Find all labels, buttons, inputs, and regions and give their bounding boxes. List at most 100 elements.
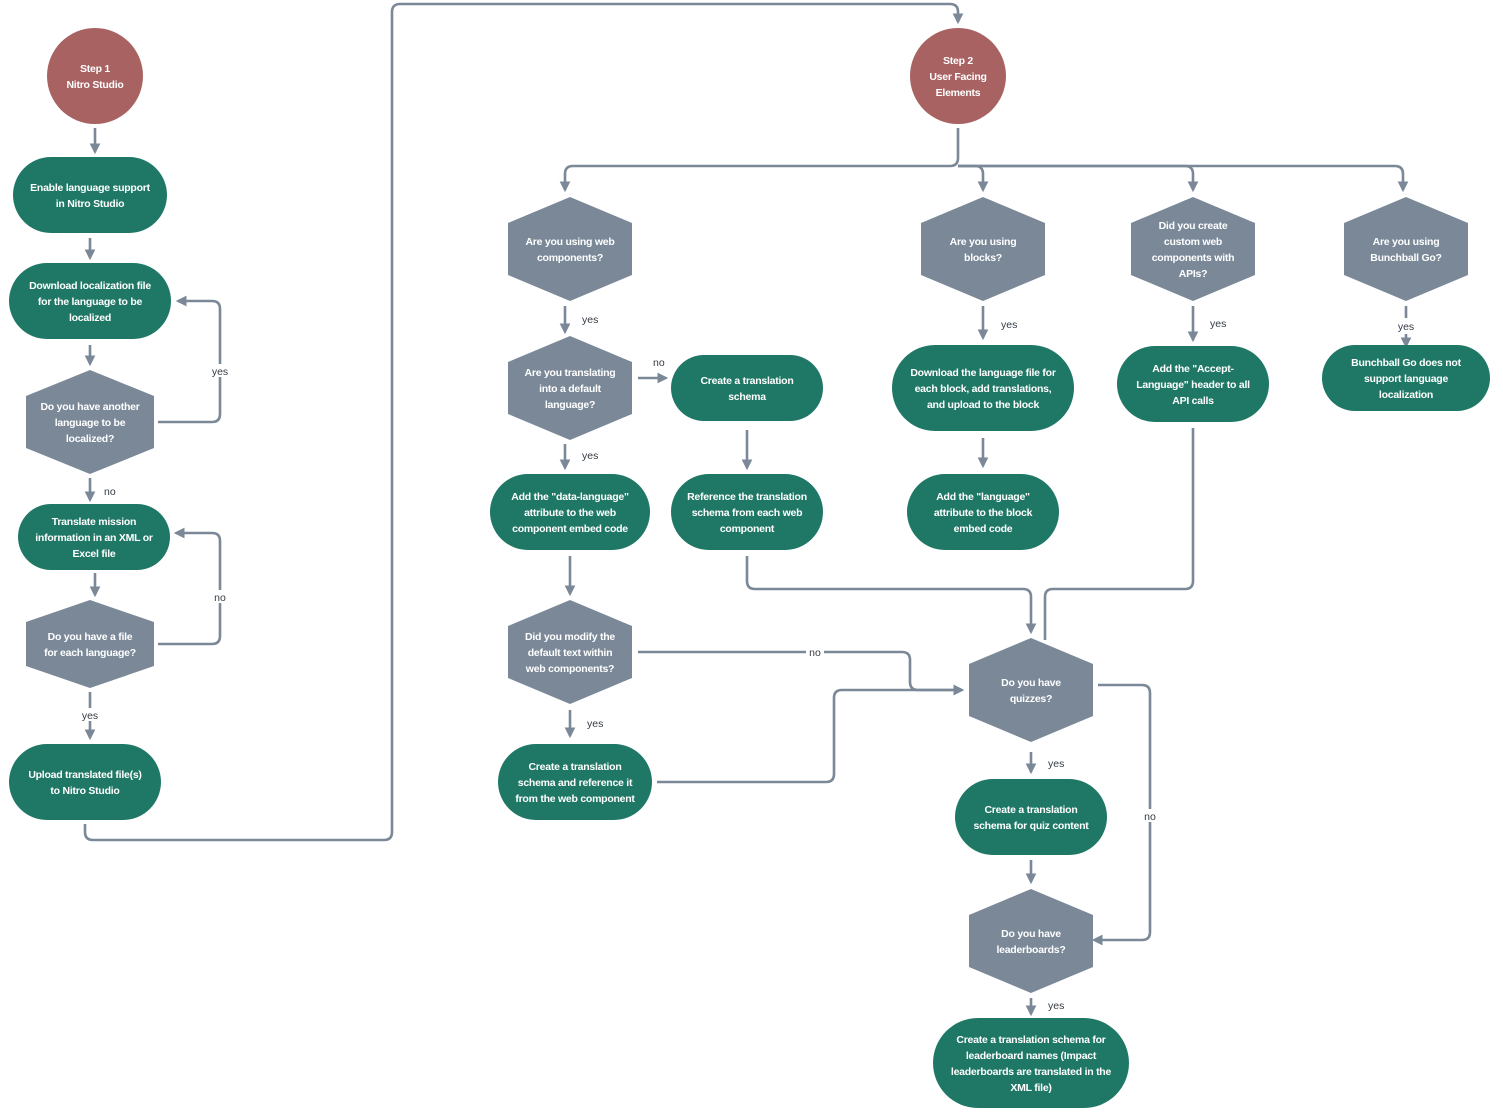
- edge-label-no: no: [104, 486, 116, 498]
- node-leaderboard-schema[interactable]: Create a translation schema for leaderboa…: [933, 1018, 1129, 1108]
- node-label: Create a translation: [528, 761, 621, 773]
- node-bunchball[interactable]: Are you using Bunchball Go?: [1344, 197, 1468, 301]
- node-language-attr[interactable]: Add the "language" attribute to the block…: [907, 474, 1059, 550]
- node-label: Enable language support: [30, 182, 150, 194]
- node-label: Add the "language": [936, 491, 1030, 503]
- edge-label-no: no: [653, 357, 665, 369]
- node-label: Create a translation: [700, 375, 793, 387]
- node-label: Download localization file: [29, 280, 151, 292]
- node-label: language?: [545, 399, 595, 411]
- node-label: Nitro Studio: [66, 79, 123, 91]
- connector-arrow: [638, 650, 965, 696]
- node-upload[interactable]: Upload translated file(s) to Nitro Studio: [9, 744, 161, 820]
- connector-arrow: [958, 164, 989, 193]
- connector-arrow: [158, 295, 222, 424]
- decision-hexagon: [508, 197, 632, 301]
- node-label: to Nitro Studio: [50, 785, 119, 797]
- node-label: Translate mission: [52, 516, 136, 528]
- edge-label-yes: yes: [582, 314, 598, 326]
- connector-arrow: [958, 164, 1409, 193]
- connector-arrow: [559, 128, 960, 193]
- node-file-each[interactable]: Do you have a file for each language?: [26, 600, 154, 688]
- node-custom-apis[interactable]: Did you create custom web components with A…: [1131, 197, 1255, 301]
- node-quizzes[interactable]: Do you have quizzes?: [969, 638, 1093, 742]
- node-label: leaderboards?: [996, 944, 1065, 956]
- start-circle: [47, 28, 143, 124]
- node-label: in Nitro Studio: [56, 198, 125, 210]
- node-enable[interactable]: Enable language support in Nitro Studio: [13, 157, 167, 233]
- node-label: Are you translating: [525, 367, 616, 379]
- node-download-loc[interactable]: Download localization file for the langua…: [9, 263, 171, 339]
- node-label: APIs?: [1179, 268, 1208, 280]
- node-create-ref-schema[interactable]: Create a translation schema and reference…: [498, 744, 652, 820]
- node-label: for the language to be: [38, 296, 143, 308]
- decision-hexagon: [969, 889, 1093, 993]
- nodes: Step 1 Nitro Studio Enable language suppor…: [9, 28, 1490, 1108]
- node-label: Do you have another: [40, 401, 139, 413]
- node-label: Upload translated file(s): [28, 769, 141, 781]
- node-default-lang[interactable]: Are you translating into a default languag…: [508, 336, 632, 440]
- connector-arrow: [745, 556, 1037, 635]
- node-label: from the web component: [515, 793, 635, 805]
- node-label: blocks?: [964, 252, 1002, 264]
- process-pill: [955, 779, 1107, 855]
- edge-label-yes: yes: [1048, 758, 1064, 770]
- node-label: Excel file: [72, 548, 115, 560]
- decision-hexagon: [26, 600, 154, 688]
- node-label: information in an XML or: [35, 532, 153, 544]
- node-label: web components?: [525, 663, 614, 675]
- node-translate-mission[interactable]: Translate mission information in an XML o…: [18, 504, 170, 570]
- node-modify-text[interactable]: Did you modify the default text within web…: [508, 600, 632, 704]
- node-label: XML file): [1010, 1082, 1051, 1094]
- edge-label-yes: yes: [587, 718, 603, 730]
- node-label: Step 2: [943, 55, 973, 67]
- edge-label-yes: yes: [582, 450, 598, 462]
- process-pill: [671, 355, 823, 421]
- connector-arrow: [1043, 428, 1195, 640]
- node-label: each block, add translations,: [915, 383, 1052, 395]
- decision-hexagon: [921, 197, 1045, 301]
- node-label: component: [720, 523, 775, 535]
- node-quiz-schema[interactable]: Create a translation schema for quiz cont…: [955, 779, 1107, 855]
- node-label: quizzes?: [1010, 693, 1052, 705]
- process-pill: [9, 744, 161, 820]
- node-label: components?: [537, 252, 603, 264]
- edge-label-no: no: [1144, 811, 1156, 823]
- decision-hexagon: [1344, 197, 1468, 301]
- node-label: schema from each web: [692, 507, 803, 519]
- node-label: component embed code: [512, 523, 628, 535]
- node-label: components with: [1152, 252, 1235, 264]
- node-label: support language: [1364, 373, 1448, 385]
- node-label: embed code: [954, 523, 1013, 535]
- node-accept-language[interactable]: Add the "Accept- Language" header to all A…: [1117, 346, 1269, 422]
- node-web-components[interactable]: Are you using web components?: [508, 197, 632, 301]
- decision-hexagon: [1131, 197, 1255, 301]
- node-label: and upload to the block: [927, 399, 1039, 411]
- connector-arrow: [657, 684, 965, 784]
- node-reference-schema[interactable]: Reference the translation schema from eac…: [671, 474, 823, 550]
- node-label: Do you have: [1001, 677, 1061, 689]
- node-label: Bunchball Go?: [1370, 252, 1441, 264]
- node-another-lang[interactable]: Do you have another language to be localiz…: [26, 370, 154, 474]
- process-pill: [13, 157, 167, 233]
- edge-label-yes: yes: [1210, 318, 1226, 330]
- node-download-block[interactable]: Download the language file for each block…: [892, 345, 1074, 431]
- node-create-schema[interactable]: Create a translation schema: [671, 355, 823, 421]
- node-label: Step 1: [80, 63, 110, 75]
- node-leaderboards[interactable]: Do you have leaderboards?: [969, 889, 1093, 993]
- edge-label-yes: yes: [212, 366, 228, 378]
- node-blocks[interactable]: Are you using blocks?: [921, 197, 1045, 301]
- connector-arrow: [958, 164, 1199, 193]
- node-label: language to be: [55, 417, 126, 429]
- node-label: User Facing: [929, 71, 986, 83]
- node-label: Add the "Accept-: [1152, 363, 1234, 375]
- node-data-language[interactable]: Add the "data-language" attribute to the …: [490, 474, 650, 550]
- node-label: attribute to the block: [934, 507, 1033, 519]
- node-label: schema and reference it: [518, 777, 633, 789]
- node-label: attribute to the web: [524, 507, 616, 519]
- node-step2[interactable]: Step 2 User Facing Elements: [910, 28, 1006, 124]
- edge-label-no: no: [809, 647, 821, 659]
- node-bunchball-no[interactable]: Bunchball Go does not support language loc…: [1322, 345, 1490, 411]
- node-step1[interactable]: Step 1 Nitro Studio: [47, 28, 143, 124]
- node-label: schema: [728, 391, 766, 403]
